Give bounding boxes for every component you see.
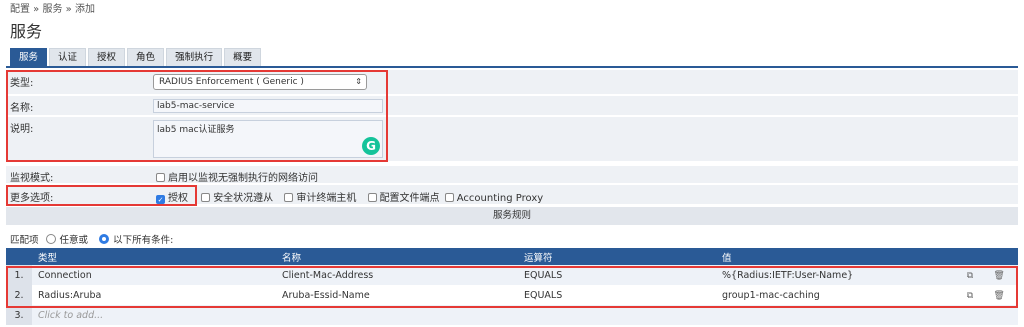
monitor-option[interactable]: 启用以监视无强制执行的网络访问 bbox=[156, 169, 318, 184]
monitor-label: 监视模式: bbox=[10, 173, 54, 184]
col-number bbox=[6, 248, 32, 265]
row-number: 3. bbox=[6, 305, 32, 325]
match-row: 匹配项 任意或 以下所有条件: bbox=[10, 232, 181, 246]
option-accounting-proxy[interactable]: Accounting Proxy bbox=[444, 193, 543, 204]
option-audit-end-hosts[interactable]: 审计终端主机 bbox=[284, 193, 356, 204]
add-rule-row[interactable]: 3. Click to add... bbox=[6, 305, 1018, 325]
monitor-option-label: 启用以监视无强制执行的网络访问 bbox=[168, 173, 318, 184]
more-options-list: ✓ 授权 安全状况遵从 审计终端主机 配置文件端点 Accounting Prox… bbox=[156, 189, 543, 204]
tab-authorization[interactable]: 授权 bbox=[88, 48, 126, 66]
breadcrumb: 配置 » 服务 » 添加 bbox=[10, 4, 95, 15]
tab-bar: 服务 认证 授权 角色 强制执行 概要 bbox=[10, 48, 262, 66]
tab-roles[interactable]: 角色 bbox=[127, 48, 165, 66]
col-type: 类型 bbox=[32, 248, 276, 265]
page-title: 服务 bbox=[10, 22, 43, 41]
checkbox-icon[interactable] bbox=[367, 193, 377, 202]
option-profile-endpoints[interactable]: 配置文件端点 bbox=[367, 193, 440, 204]
tab-authentication[interactable]: 认证 bbox=[49, 48, 87, 66]
match-any-option[interactable]: 任意或 bbox=[45, 234, 93, 246]
tab-service[interactable]: 服务 bbox=[10, 48, 48, 66]
monitor-checkbox[interactable] bbox=[156, 173, 165, 182]
monitor-row: 监视模式: 启用以监视无强制执行的网络访问 bbox=[6, 166, 1018, 184]
checkbox-icon[interactable] bbox=[284, 193, 294, 202]
radio-selected-icon[interactable] bbox=[99, 234, 110, 244]
tab-enforcement[interactable]: 强制执行 bbox=[166, 48, 223, 66]
col-actions bbox=[958, 248, 1018, 265]
col-operator: 运算符 bbox=[518, 248, 716, 265]
highlight-box-basic bbox=[6, 70, 388, 162]
option-posture-compliance[interactable]: 安全状况遵从 bbox=[201, 193, 273, 204]
col-value: 值 bbox=[716, 248, 958, 265]
tab-underline bbox=[6, 66, 1018, 68]
radio-icon[interactable] bbox=[45, 234, 56, 244]
service-rules-header: 服务规则 bbox=[6, 207, 1018, 225]
table-header: 类型 名称 运算符 值 bbox=[6, 248, 1018, 265]
checkbox-icon[interactable] bbox=[444, 193, 454, 202]
col-name: 名称 bbox=[276, 248, 518, 265]
highlight-box-rules bbox=[6, 266, 1018, 308]
checkbox-icon[interactable] bbox=[201, 193, 211, 202]
tab-summary[interactable]: 概要 bbox=[224, 48, 262, 66]
click-to-add[interactable]: Click to add... bbox=[32, 305, 1018, 325]
match-all-option[interactable]: 以下所有条件: bbox=[99, 234, 177, 246]
highlight-box-options bbox=[6, 185, 197, 206]
match-label: 匹配项 bbox=[10, 235, 39, 246]
